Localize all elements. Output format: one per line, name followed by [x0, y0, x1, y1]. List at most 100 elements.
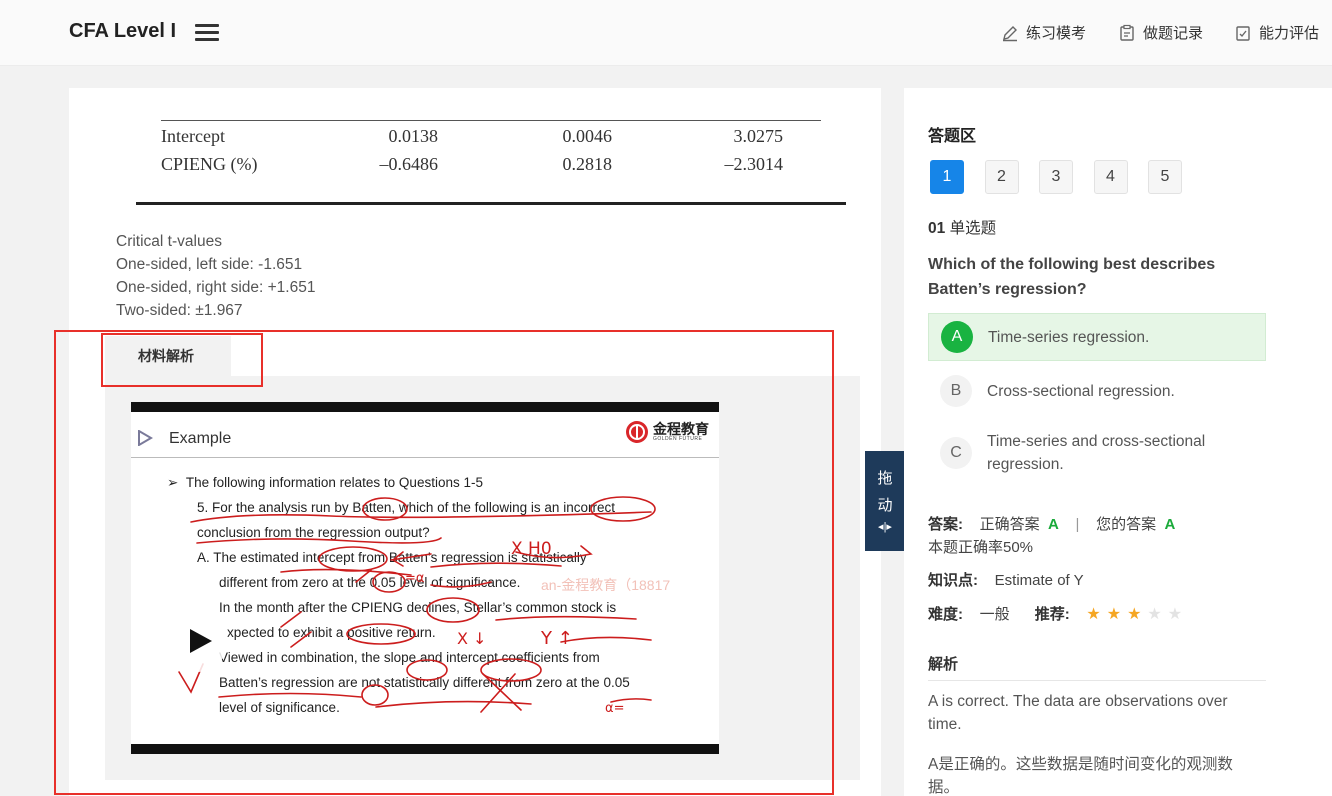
video-watermark: an-金程教育（18817 [541, 577, 671, 593]
knowledge-label: 知识点: [928, 572, 978, 589]
slide-line: conclusion from the regression output? [197, 525, 430, 540]
video-player[interactable]: Example 金程教育 GOLDEN FUTURE ➢ The followi… [131, 402, 719, 754]
resize-icon: ◂|▸ [878, 521, 892, 533]
answer-area-title: 答题区 [928, 128, 977, 145]
your-answer-label: 您的答案 [1096, 516, 1157, 533]
option-a[interactable]: A Time-series regression. [928, 313, 1266, 361]
question-type: 01 单选题 [928, 216, 996, 238]
menu-icon[interactable] [195, 24, 219, 42]
question-navigator: 1 2 3 4 5 [930, 160, 1203, 194]
slide-title: Example [169, 430, 232, 447]
slide-line: 5. For the analysis run by Batten, which… [197, 500, 615, 515]
difficulty-value: 一般 [979, 606, 1010, 623]
your-answer-value: A [1164, 516, 1176, 533]
checklist-icon [1236, 25, 1250, 41]
critical-value-line: One-sided, right side: +1.651 [116, 279, 316, 296]
table-cell: 0.0046 [562, 126, 613, 146]
answer-label: 答案: [928, 516, 963, 533]
slide-bullet-logo-icon [138, 430, 153, 446]
play-button[interactable] [166, 610, 228, 672]
table-cell: –0.6486 [379, 154, 439, 174]
star-icon: ★ [1147, 606, 1162, 623]
critical-value-line: Two-sided: ±1.967 [116, 302, 243, 319]
analysis-text-zh: A是正确的。这些数据是随时间变化的观测数据。 [928, 756, 1233, 796]
annotation-x-down: X ↓ [457, 629, 486, 648]
answer-panel: 答题区 1 2 3 4 5 01 单选题 Which of the follow… [904, 88, 1332, 796]
slide-line: level of significance. [219, 700, 340, 715]
drag-handle[interactable]: 拖 动 ◂|▸ [865, 451, 905, 551]
logo-text-zh: 金程教育 [653, 421, 709, 437]
knowledge-value: Estimate of Y [994, 572, 1084, 589]
star-icon: ★ [1106, 606, 1122, 623]
table-cell: –2.3014 [724, 154, 784, 174]
nav-records[interactable]: 做题记录 [1118, 22, 1203, 43]
star-icon: ★ [1086, 606, 1101, 623]
critical-values-title: Critical t-values [116, 233, 222, 250]
nav-practice-exam[interactable]: 练习模考 [1001, 22, 1086, 43]
company-logo: 金程教育 GOLDEN FUTURE [625, 420, 709, 444]
app-title: CFA Level I [69, 20, 177, 42]
nav-records-label: 做题记录 [1143, 25, 1204, 42]
recommend-rating: ★ ★ ★ ★ ★ [1086, 606, 1188, 623]
drag-label: 动 [877, 497, 893, 514]
table-cell: 3.0275 [733, 126, 784, 146]
question-number-button[interactable]: 1 [930, 160, 964, 194]
slide-line: In the month after the CPIENG declines, … [219, 600, 617, 615]
option-c[interactable]: C Time-series and cross-sectional regres… [928, 424, 1266, 484]
option-letter: C [940, 437, 972, 469]
nav-practice-exam-label: 练习模考 [1026, 25, 1087, 42]
question-index: 01 [928, 220, 946, 237]
slide-line: Batten’s regression are not statisticall… [219, 675, 630, 690]
annotation-y-up: Y ↑ [540, 628, 573, 649]
answer-separator: | [1075, 516, 1080, 533]
knowledge-point: 知识点: Estimate of Y [928, 569, 1084, 590]
logo-text-en: GOLDEN FUTURE [653, 436, 703, 442]
option-letter: A [941, 321, 973, 353]
analysis-text-en: A is correct. The data are observations … [928, 693, 1228, 733]
annotation-alpha-2: α= [605, 701, 624, 716]
table-cell: Intercept [161, 126, 225, 146]
accuracy-rate: 本题正确率50% [928, 539, 1034, 556]
edit-icon [1003, 25, 1017, 41]
slide-divider [131, 457, 719, 458]
correct-answer-label: 正确答案 [979, 516, 1040, 533]
critical-values: Critical t-values One-sided, left side: … [116, 230, 315, 322]
star-icon: ★ [1127, 606, 1142, 623]
clipboard-icon [1120, 24, 1134, 41]
difficulty-row: 难度: 一般 推荐: ★ ★ ★ ★ ★ [928, 603, 1188, 624]
slide-line: ➢ The following information relates to Q… [167, 475, 483, 490]
question-number-button[interactable]: 4 [1093, 160, 1128, 194]
option-text: Time-series regression. [988, 329, 1150, 346]
table-row: CPIENG (%) –0.6486 0.2818 –2.3014 [161, 154, 821, 180]
question-number-button[interactable]: 3 [1039, 160, 1073, 194]
analysis-heading: 解析 [928, 653, 958, 674]
slide-line: different from zero at the 0.05 level of… [219, 575, 521, 590]
table-rule [161, 120, 821, 121]
option-text: Cross-sectional regression. [987, 383, 1175, 400]
slide-line: xpected to exhibit a positive return. [227, 625, 436, 640]
table-cell: CPIENG (%) [161, 154, 258, 174]
analysis-divider [928, 680, 1266, 681]
nav-assessment-label: 能力评估 [1259, 25, 1320, 42]
option-b[interactable]: B Cross-sectional regression. [928, 368, 1266, 416]
table-cell: 0.0138 [388, 126, 439, 146]
difficulty-label: 难度: [928, 606, 963, 623]
question-number-button[interactable]: 2 [984, 160, 1019, 194]
option-text: Time-series and cross-sectional regressi… [987, 433, 1206, 473]
option-letter: B [940, 375, 972, 407]
lecture-slide: Example 金程教育 GOLDEN FUTURE ➢ The followi… [131, 412, 719, 744]
tab-material-analysis[interactable]: 材料解析 [105, 336, 231, 376]
table-row: Intercept 0.0138 0.0046 3.0275 [161, 126, 821, 152]
slide-line: Viewed in combination, the slope and int… [219, 650, 600, 665]
drag-label: 拖 [877, 470, 893, 487]
critical-value-line: One-sided, left side: -1.651 [116, 256, 303, 273]
slide-line: A. The estimated intercept from Batten’s… [197, 550, 587, 565]
nav-assessment[interactable]: 能力评估 [1234, 22, 1319, 43]
table-cell: 0.2818 [562, 154, 613, 174]
analysis-label: 解析 [928, 656, 959, 673]
question-number-button[interactable]: 5 [1148, 160, 1182, 194]
question-type-label: 单选题 [949, 220, 997, 237]
question-text: Which of the following best describes Ba… [928, 256, 1216, 298]
correct-answer-value: A [1048, 516, 1059, 533]
recommend-label: 推荐: [1034, 606, 1070, 623]
